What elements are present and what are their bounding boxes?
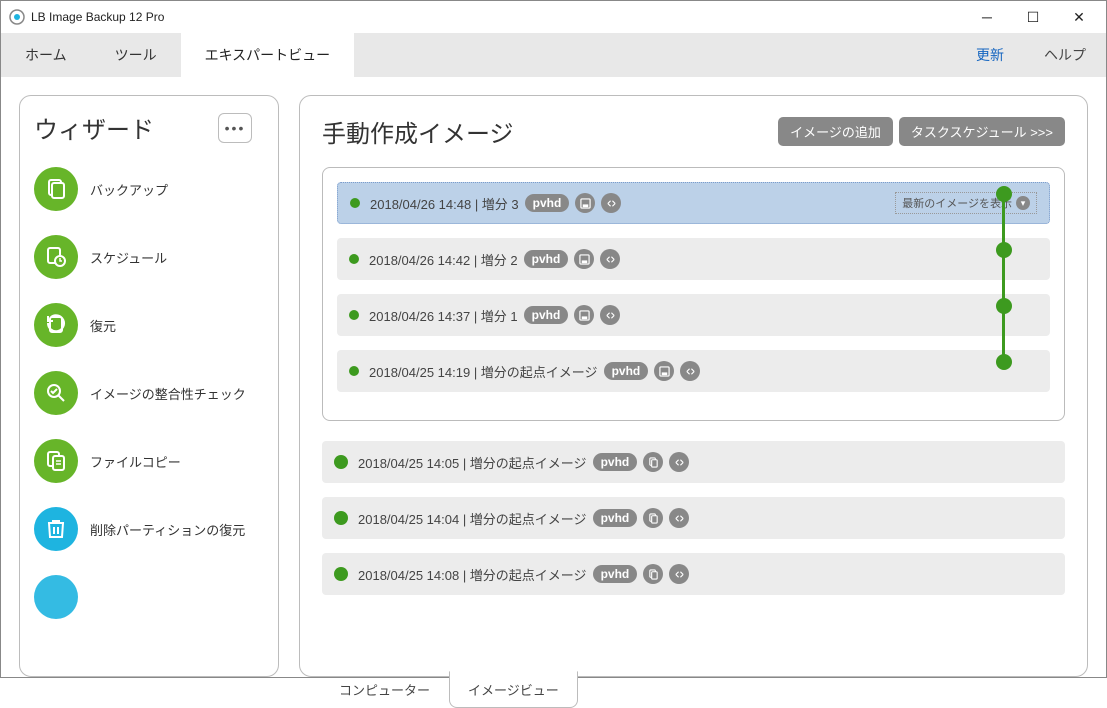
format-badge: pvhd [525, 194, 570, 212]
main-title: 手動作成イメージ [322, 114, 514, 149]
status-dot-icon [334, 455, 348, 469]
wizard-item-label: 復元 [90, 316, 116, 335]
image-row[interactable]: 2018/04/26 14:42 | 増分 2 pvhd [337, 238, 1050, 280]
wizard-menu-button[interactable]: ••• [218, 113, 252, 143]
wizard-item-5[interactable]: 削除パーティションの復元 [34, 495, 260, 563]
wizard-item-label: ファイルコピー [90, 452, 181, 471]
row-timestamp: 2018/04/25 14:19 | 増分の起点イメージ [369, 362, 598, 381]
expand-icon[interactable] [600, 305, 620, 325]
disk-icon[interactable] [575, 193, 595, 213]
wizard-item-label: スケジュール [90, 248, 167, 267]
status-dot-icon [349, 310, 359, 320]
image-row[interactable]: 2018/04/25 14:04 | 増分の起点イメージ pvhd [322, 497, 1065, 539]
tab-tools[interactable]: ツール [91, 33, 181, 77]
expand-icon[interactable] [669, 508, 689, 528]
disk-icon[interactable] [574, 305, 594, 325]
tree-node-icon [996, 242, 1012, 258]
row-timestamp: 2018/04/25 14:05 | 増分の起点イメージ [358, 453, 587, 472]
tab-computer[interactable]: コンピューター [320, 672, 449, 708]
restore-icon [34, 303, 78, 347]
tab-home[interactable]: ホーム [1, 33, 91, 77]
tree-node-icon [996, 298, 1012, 314]
tab-expert-view[interactable]: エキスパートビュー [181, 33, 355, 77]
wizard-sidebar: ウィザード ••• バックアップスケジュール復元イメージの整合性チェックファイル… [19, 95, 279, 677]
format-badge: pvhd [593, 453, 638, 471]
trash-icon [34, 507, 78, 551]
show-latest-button[interactable]: 最新のイメージを表示▾ [895, 192, 1037, 214]
disk-icon[interactable] [574, 249, 594, 269]
copy-icon[interactable] [643, 508, 663, 528]
status-dot-icon [350, 198, 360, 208]
expand-icon[interactable] [601, 193, 621, 213]
image-row[interactable]: 2018/04/26 14:48 | 増分 3 pvhd 最新のイメージを表示▾ [337, 182, 1050, 224]
row-timestamp: 2018/04/26 14:42 | 増分 2 [369, 250, 518, 269]
tab-image-view[interactable]: イメージビュー [449, 671, 578, 708]
expand-icon[interactable] [600, 249, 620, 269]
image-row[interactable]: 2018/04/25 14:08 | 増分の起点イメージ pvhd [322, 553, 1065, 595]
wizard-item-2[interactable]: 復元 [34, 291, 260, 359]
wizard-item-label: イメージの整合性チェック [90, 384, 246, 403]
row-timestamp: 2018/04/25 14:04 | 増分の起点イメージ [358, 509, 587, 528]
format-badge: pvhd [524, 250, 569, 268]
add-image-button[interactable]: イメージの追加 [778, 117, 893, 146]
image-row[interactable]: 2018/04/25 14:05 | 増分の起点イメージ pvhd [322, 441, 1065, 483]
wizard-item-label: 削除パーティションの復元 [90, 520, 245, 539]
help-link[interactable]: ヘルプ [1024, 33, 1106, 77]
image-row[interactable]: 2018/04/25 14:19 | 増分の起点イメージ pvhd [337, 350, 1050, 392]
expand-icon[interactable] [669, 452, 689, 472]
copy-icon[interactable] [643, 564, 663, 584]
backup-icon [34, 167, 78, 211]
disk-icon[interactable] [654, 361, 674, 381]
window-maximize-button[interactable]: ☐ [1010, 2, 1056, 32]
extra-icon [34, 575, 78, 619]
filecopy-icon [34, 439, 78, 483]
format-badge: pvhd [604, 362, 649, 380]
menubar: ホーム ツール エキスパートビュー 更新 ヘルプ [1, 33, 1106, 77]
check-icon [34, 371, 78, 415]
tree-node-icon [996, 186, 1012, 202]
bottom-tabs: コンピューター イメージビュー [320, 672, 578, 708]
titlebar: LB Image Backup 12 Pro ─ ☐ ✕ [1, 1, 1106, 33]
status-dot-icon [334, 511, 348, 525]
wizard-item-label: バックアップ [90, 180, 168, 199]
format-badge: pvhd [524, 306, 569, 324]
status-dot-icon [334, 567, 348, 581]
image-row[interactable]: 2018/04/26 14:37 | 増分 1 pvhd [337, 294, 1050, 336]
wizard-list[interactable]: バックアップスケジュール復元イメージの整合性チェックファイルコピー削除パーティシ… [34, 155, 270, 662]
row-timestamp: 2018/04/26 14:37 | 増分 1 [369, 306, 518, 325]
app-icon [9, 9, 25, 25]
main-panel: 手動作成イメージ イメージの追加 タスクスケジュール >>> 2018/04/2… [299, 95, 1088, 677]
window-minimize-button[interactable]: ─ [964, 2, 1010, 32]
format-badge: pvhd [593, 565, 638, 583]
wizard-title: ウィザード [34, 110, 154, 145]
schedule-icon [34, 235, 78, 279]
wizard-item-3[interactable]: イメージの整合性チェック [34, 359, 260, 427]
status-dot-icon [349, 366, 359, 376]
chevron-down-icon: ▾ [1016, 196, 1030, 210]
tree-node-icon [996, 354, 1012, 370]
expand-icon[interactable] [680, 361, 700, 381]
expand-icon[interactable] [669, 564, 689, 584]
copy-icon[interactable] [643, 452, 663, 472]
status-dot-icon [349, 254, 359, 264]
wizard-item-1[interactable]: スケジュール [34, 223, 260, 291]
image-list: 2018/04/26 14:48 | 増分 3pvhd最新のイメージを表示▾20… [322, 167, 1065, 676]
app-title: LB Image Backup 12 Pro [31, 10, 164, 24]
wizard-item-4[interactable]: ファイルコピー [34, 427, 260, 495]
update-link[interactable]: 更新 [956, 33, 1024, 77]
wizard-item-0[interactable]: バックアップ [34, 155, 260, 223]
task-schedule-button[interactable]: タスクスケジュール >>> [899, 117, 1065, 146]
window-close-button[interactable]: ✕ [1056, 2, 1102, 32]
row-timestamp: 2018/04/25 14:08 | 増分の起点イメージ [358, 565, 587, 584]
row-timestamp: 2018/04/26 14:48 | 増分 3 [370, 194, 519, 213]
format-badge: pvhd [593, 509, 638, 527]
